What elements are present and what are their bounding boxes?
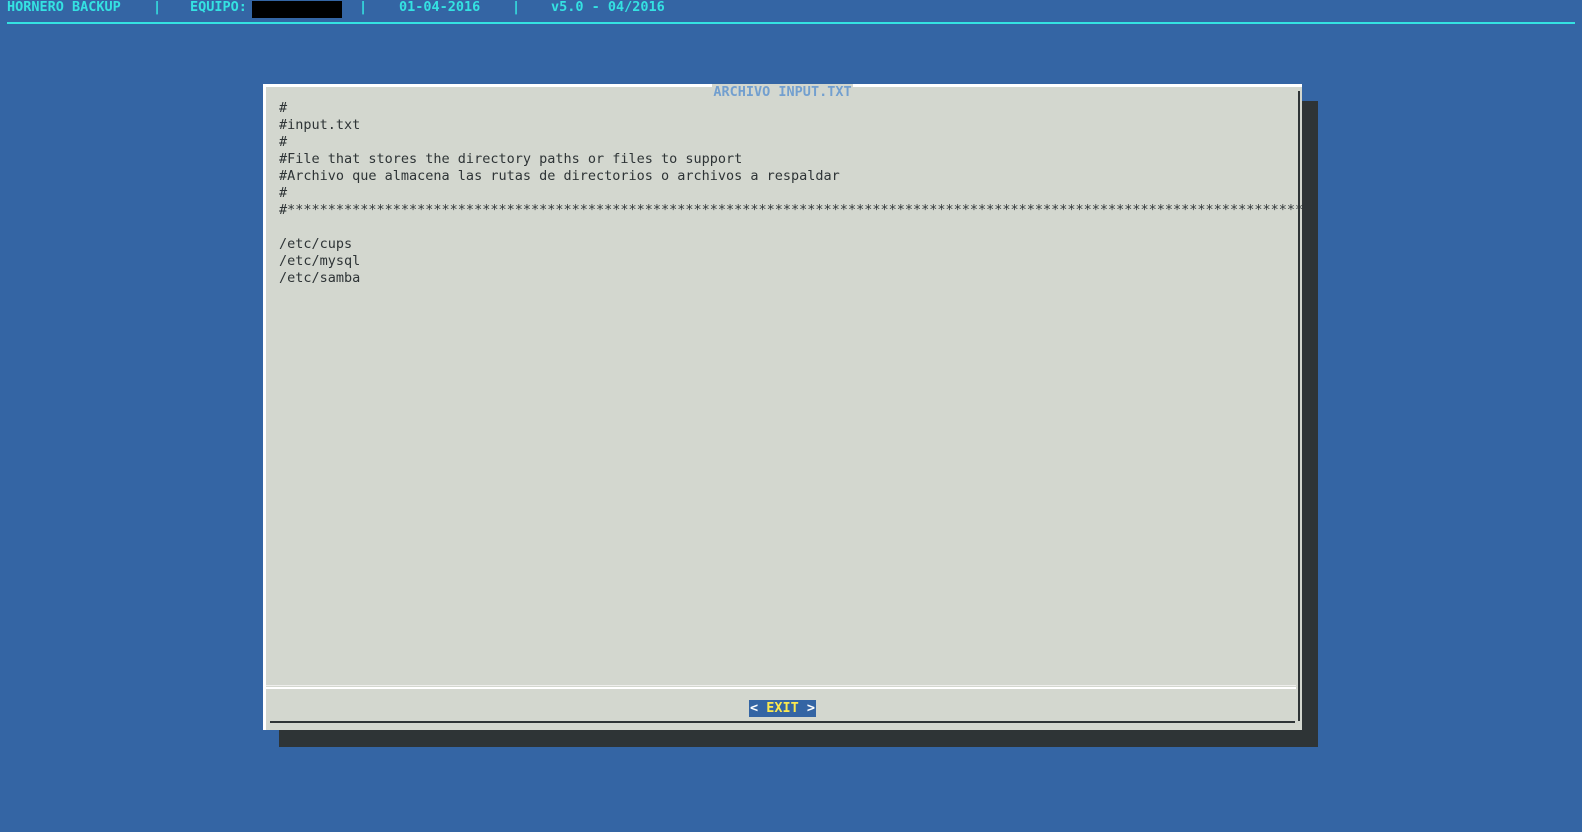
file-line: #File that stores the directory paths or… <box>279 151 743 167</box>
status-divider <box>7 22 1575 24</box>
file-line <box>279 219 1303 236</box>
button-area-divider <box>266 687 1296 689</box>
file-line: # <box>279 185 288 201</box>
file-line: #input.txt <box>279 117 361 133</box>
dialog-border-bottom <box>270 721 1295 723</box>
button-row: < EXIT > <box>263 697 1302 717</box>
file-line: #Archivo que almacena las rutas de direc… <box>279 168 840 184</box>
file-content[interactable]: # #input.txt # #File that stores the direct… <box>279 100 1303 287</box>
dialog-border-left <box>263 84 266 730</box>
app-name: HORNERO BACKUP <box>7 0 121 15</box>
status-separator: | <box>512 0 521 15</box>
file-line: # <box>279 134 288 150</box>
dialog-title-text: ARCHIVO INPUT.TXT <box>712 84 853 100</box>
file-line: # <box>279 100 288 116</box>
file-line: /etc/samba <box>279 270 361 286</box>
dialog-title: ARCHIVO INPUT.TXT <box>263 84 1302 100</box>
textbox-dialog: ARCHIVO INPUT.TXT # #input.txt # #File that… <box>263 84 1303 730</box>
file-line: #***************************************… <box>279 202 1304 218</box>
status-date: 01-04-2016 <box>399 0 481 15</box>
status-separator: | <box>153 0 162 15</box>
exit-label: XIT <box>774 700 799 716</box>
file-line: /etc/cups <box>279 236 353 252</box>
status-bar: HORNERO BACKUP | EQUIPO: | 01-04-2016 | … <box>7 0 665 18</box>
equipo-label: EQUIPO: <box>190 0 247 15</box>
exit-button[interactable]: < EXIT > <box>748 700 817 717</box>
status-version: v5.0 - 04/2016 <box>551 0 665 15</box>
exit-left-bracket: < <box>749 700 759 716</box>
status-separator: | <box>359 0 368 15</box>
exit-right-bracket: > <box>806 700 816 716</box>
file-line: /etc/mysql <box>279 253 361 269</box>
redacted-hostname <box>252 1 342 18</box>
button-area-divider-shade <box>266 685 1296 686</box>
terminal-screen: HORNERO BACKUP | EQUIPO: | 01-04-2016 | … <box>0 0 1582 832</box>
